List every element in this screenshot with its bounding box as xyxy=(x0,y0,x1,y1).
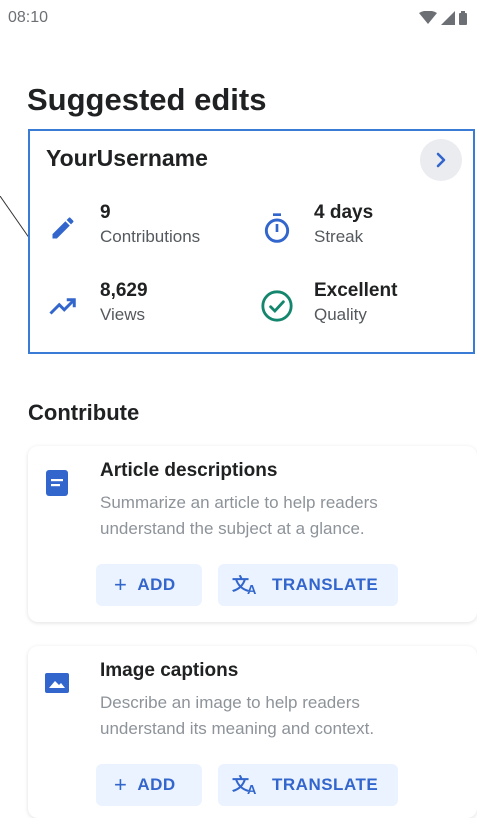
task-description: Summarize an article to help readers und… xyxy=(100,493,378,538)
page-title: Suggested edits xyxy=(27,82,267,117)
stat-value: 9 xyxy=(100,202,111,223)
stat-quality: Excellent Quality xyxy=(260,279,397,327)
translate-icon: 文 A xyxy=(232,574,257,596)
cellular-icon xyxy=(441,11,455,25)
add-label: ADD xyxy=(137,575,176,594)
stopwatch-icon xyxy=(260,211,294,245)
stat-label: Contributions xyxy=(100,227,201,246)
stat-label: Quality xyxy=(314,305,367,324)
translate-label: TRANSLATE xyxy=(272,575,379,594)
stat-views: 8,629 Views xyxy=(46,279,148,327)
status-bar: 08:10 xyxy=(0,0,477,36)
status-time: 08:10 xyxy=(8,9,49,26)
plus-icon: + xyxy=(114,572,128,597)
task-card-image-captions[interactable]: Image captions Describe an image to help… xyxy=(28,646,477,818)
check-circle-icon xyxy=(260,289,294,323)
status-icons xyxy=(419,11,467,25)
translate-label: TRANSLATE xyxy=(272,775,379,794)
contribute-heading: Contribute xyxy=(28,400,140,425)
user-stats-card[interactable]: YourUsername 9 Contributions 4 days Stre… xyxy=(28,129,475,354)
add-label: ADD xyxy=(137,775,176,794)
battery-icon xyxy=(459,11,467,25)
open-stats-button[interactable] xyxy=(420,139,462,181)
image-icon xyxy=(42,668,72,698)
plus-icon: + xyxy=(114,772,128,797)
document-icon xyxy=(42,468,72,498)
chevron-right-icon xyxy=(436,152,446,168)
task-description: Describe an image to help readers unders… xyxy=(100,693,375,738)
trending-up-icon xyxy=(46,289,80,323)
stat-label: Views xyxy=(100,305,146,324)
pencil-icon xyxy=(46,211,80,245)
task-title: Article descriptions xyxy=(100,460,278,481)
svg-text:A: A xyxy=(247,582,257,596)
translate-image-caption-button[interactable]: 文 A TRANSLATE xyxy=(218,764,398,806)
task-title: Image captions xyxy=(100,660,239,681)
stat-contributions: 9 Contributions xyxy=(46,201,200,249)
stat-streak: 4 days Streak xyxy=(260,201,373,249)
stat-value: Excellent xyxy=(314,280,398,301)
translate-icon: 文 A xyxy=(232,774,257,796)
stat-value: 4 days xyxy=(314,202,374,223)
add-article-description-button[interactable]: + ADD xyxy=(96,564,202,606)
translate-article-description-button[interactable]: 文 A TRANSLATE xyxy=(218,564,398,606)
add-image-caption-button[interactable]: + ADD xyxy=(96,764,202,806)
stat-value: 8,629 xyxy=(100,280,148,301)
svg-text:A: A xyxy=(247,782,257,796)
task-card-article-descriptions[interactable]: Article descriptions Summarize an articl… xyxy=(28,446,477,622)
stat-label: Streak xyxy=(314,227,364,246)
username: YourUsername xyxy=(46,145,208,171)
wifi-icon xyxy=(419,11,437,24)
